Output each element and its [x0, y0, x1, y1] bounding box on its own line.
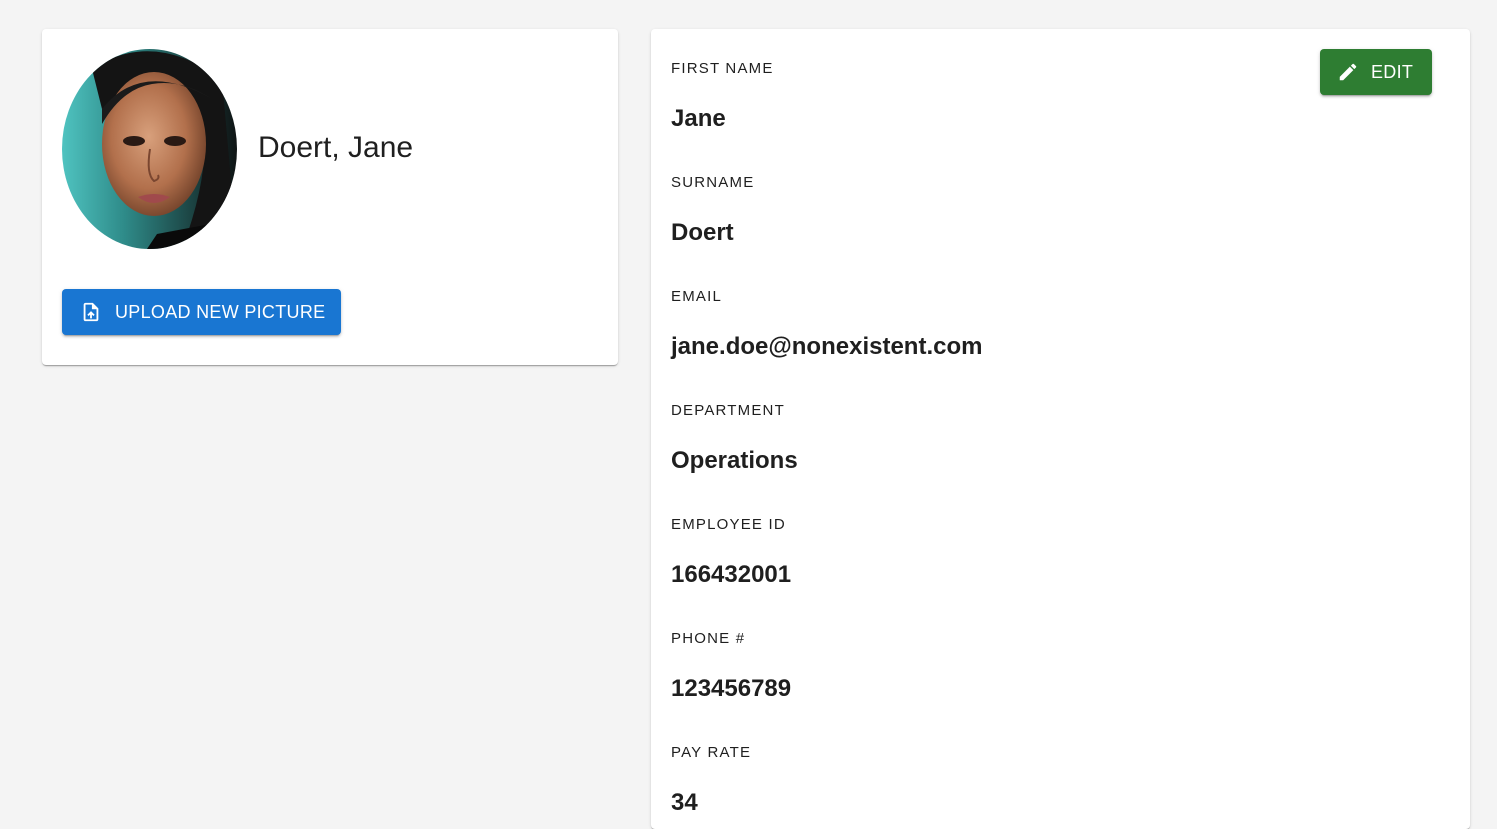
field-pay-rate: PAY RATE 34: [671, 744, 751, 818]
field-label: PAY RATE: [671, 744, 752, 761]
edit-button[interactable]: EDIT: [1320, 49, 1432, 95]
field-value: 166432001: [671, 561, 792, 588]
field-employee-id: EMPLOYEE ID 166432001: [671, 516, 791, 590]
field-label: PHONE #: [671, 630, 746, 647]
upload-new-picture-button[interactable]: UPLOAD NEW PICTURE: [62, 289, 341, 335]
field-label: FIRST NAME: [671, 60, 774, 77]
pencil-icon: [1337, 61, 1359, 83]
field-value: 34: [671, 789, 698, 816]
edit-button-label: EDIT: [1371, 61, 1414, 82]
field-email: EMAIL jane.doe@nonexistent.com: [671, 288, 982, 362]
field-value: jane.doe@nonexistent.com: [671, 333, 983, 360]
field-label: SURNAME: [671, 174, 755, 191]
details-card: EDIT FIRST NAME Jane SURNAME Doert EMAIL…: [651, 29, 1470, 829]
field-value: Operations: [671, 447, 798, 474]
avatar: [62, 49, 237, 249]
profile-display-name: Doert, Jane: [258, 131, 414, 164]
profile-card: Doert, Jane UPLOAD NEW PICTURE: [42, 29, 618, 365]
field-label: EMAIL: [671, 288, 723, 305]
upload-button-label: UPLOAD NEW PICTURE: [115, 301, 326, 322]
upload-file-icon: [80, 301, 102, 323]
field-value: 123456789: [671, 675, 792, 702]
field-surname: SURNAME Doert: [671, 174, 754, 248]
field-label: EMPLOYEE ID: [671, 516, 786, 533]
field-phone: PHONE # 123456789: [671, 630, 791, 704]
field-label: DEPARTMENT: [671, 402, 785, 419]
field-department: DEPARTMENT Operations: [671, 402, 798, 476]
field-first-name: FIRST NAME Jane: [671, 60, 774, 134]
field-value: Jane: [671, 105, 726, 132]
field-value: Doert: [671, 219, 734, 246]
